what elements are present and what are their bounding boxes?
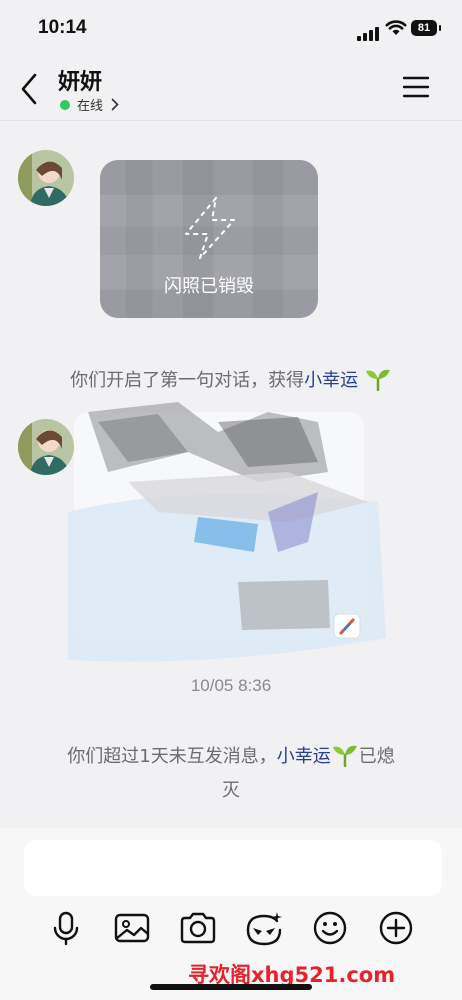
system-message-suffix: 已熄 bbox=[358, 746, 395, 767]
emoji-icon[interactable] bbox=[310, 908, 350, 948]
flash-photo-label: 闪照已销毁 bbox=[164, 276, 254, 297]
system-message-line2: 灭 bbox=[222, 780, 240, 801]
sticker-icon[interactable] bbox=[244, 908, 284, 948]
system-message-text: 你们开启了第一句对话，获得 bbox=[70, 370, 305, 391]
sprout-icon bbox=[365, 369, 390, 391]
online-dot-icon bbox=[60, 99, 70, 110]
plus-icon[interactable] bbox=[376, 908, 416, 948]
back-arrow-icon[interactable] bbox=[18, 72, 40, 106]
system-message: 你们超过1天未互发消息，小幸运 已熄 灭 bbox=[0, 740, 462, 808]
system-message: 你们开启了第一句对话，获得小幸运 bbox=[0, 366, 462, 392]
chat-header: 妍妍 在线 bbox=[0, 58, 462, 121]
flash-photo-message[interactable]: 闪照已销毁 bbox=[100, 160, 318, 318]
home-indicator bbox=[150, 984, 312, 990]
lucky-link[interactable]: 小幸运 bbox=[304, 370, 358, 391]
image-message[interactable] bbox=[68, 392, 388, 668]
contact-avatar[interactable] bbox=[18, 419, 74, 475]
battery-indicator: 81 bbox=[411, 20, 441, 36]
system-message-text: 你们超过1天未互发消息， bbox=[67, 746, 277, 767]
chevron-right-icon bbox=[111, 98, 119, 111]
lucky-link[interactable]: 小幸运 bbox=[277, 746, 331, 767]
cellular-signal-icon bbox=[357, 22, 381, 41]
message-input[interactable] bbox=[24, 840, 442, 896]
status-bar: 10:14 81 bbox=[0, 0, 462, 58]
sprout-icon bbox=[332, 745, 357, 767]
image-icon[interactable] bbox=[112, 908, 152, 948]
contact-avatar[interactable] bbox=[18, 150, 74, 206]
lightning-icon bbox=[185, 197, 235, 259]
status-time: 10:14 bbox=[38, 17, 87, 38]
wifi-icon bbox=[385, 20, 407, 35]
contact-name[interactable]: 妍妍 bbox=[58, 64, 102, 96]
mic-icon[interactable] bbox=[46, 908, 86, 948]
composer-area: 寻欢阁xhg521.com bbox=[0, 828, 462, 1000]
camera-icon[interactable] bbox=[178, 908, 218, 948]
presence-label: 在线 bbox=[77, 99, 104, 114]
menu-icon[interactable] bbox=[402, 76, 430, 98]
message-timestamp: 10/05 8:36 bbox=[190, 676, 272, 695]
presence-status[interactable]: 在线 bbox=[60, 95, 119, 114]
